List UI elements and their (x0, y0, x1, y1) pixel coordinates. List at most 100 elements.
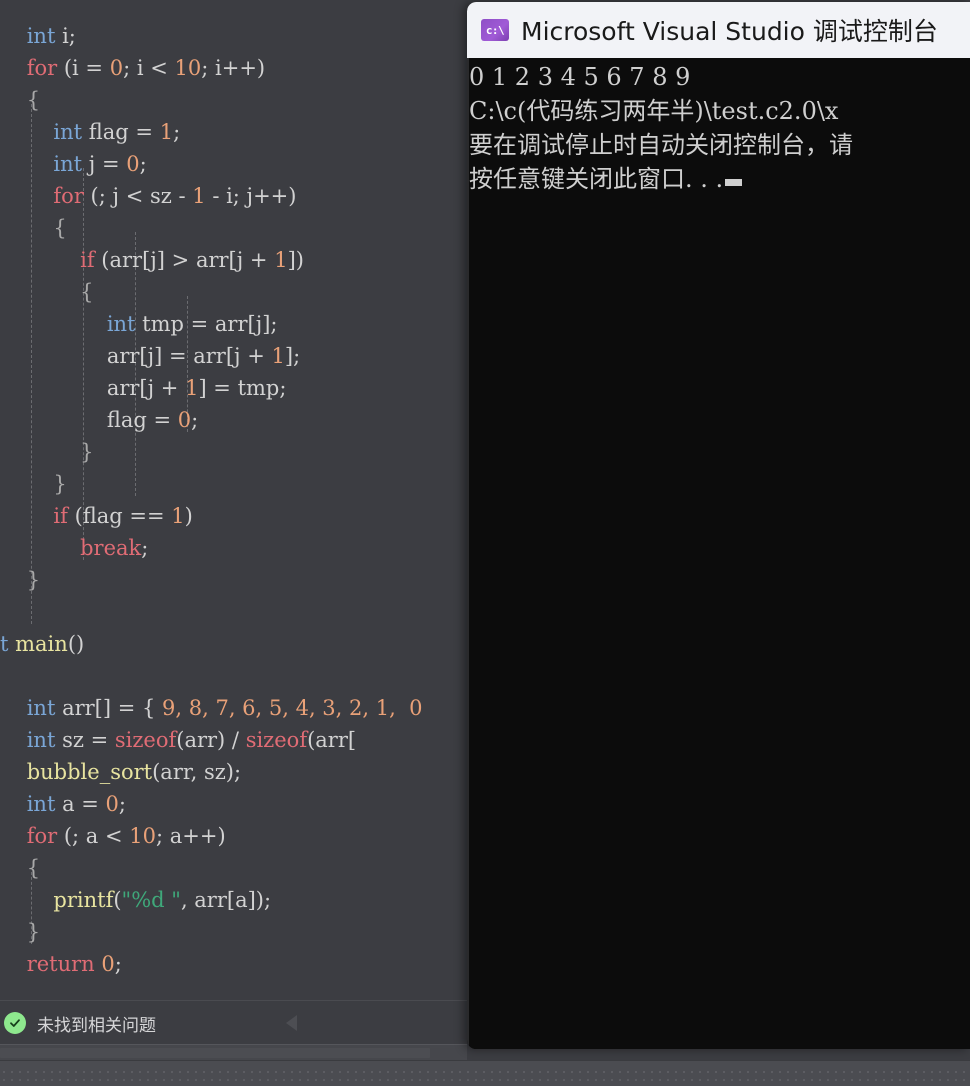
console-line: 要在调试停止时自动关闭控制台，请 (469, 131, 853, 159)
code-token: ]; (284, 344, 301, 368)
code-line[interactable]: if (arr[j] > arr[j + 1]) (0, 244, 467, 276)
code-token: j = (82, 152, 127, 176)
code-line[interactable]: int sz = sizeof(arr) / sizeof(arr[ (0, 724, 467, 756)
code-token: int (26, 24, 56, 48)
code-token: 0 (101, 952, 115, 976)
code-token: } (53, 472, 67, 496)
code-line[interactable]: { (0, 276, 467, 308)
editor-status-bar: 未找到相关问题 (0, 1000, 467, 1045)
console-cmd-icon: c:\ (481, 19, 509, 41)
code-token: for (53, 184, 84, 208)
code-line[interactable]: flag = 0; (0, 404, 467, 436)
source-code[interactable]: int i; for (i = 0; i < 10; i++) { int fl… (0, 20, 467, 980)
code-line[interactable]: int arr[] = { 9, 8, 7, 6, 5, 4, 3, 2, 1,… (0, 692, 467, 724)
code-line[interactable]: printf("%d ", arr[a]); (0, 884, 467, 916)
console-titlebar[interactable]: c:\ Microsoft Visual Studio 调试控制台 (467, 2, 970, 58)
code-line[interactable]: arr[j + 1] = tmp; (0, 372, 467, 404)
console-window[interactable]: c:\ Microsoft Visual Studio 调试控制台 0 1 2 … (467, 2, 970, 1049)
code-line[interactable]: return 0; (0, 948, 467, 980)
code-line[interactable]: if (flag == 1) (0, 500, 467, 532)
code-line[interactable]: for (i = 0; i < 10; i++) (0, 52, 467, 84)
code-line[interactable]: } (0, 436, 467, 468)
code-token: ; (118, 792, 126, 816)
code-token: flag = (106, 408, 178, 432)
code-token: ; (141, 536, 149, 560)
code-token: for (26, 56, 58, 80)
code-line[interactable]: } (0, 564, 467, 596)
code-line[interactable]: { (0, 84, 467, 116)
code-token: ( (113, 888, 122, 912)
code-token: () (67, 632, 85, 656)
code-token: (; a (57, 824, 105, 848)
code-token: i; (55, 24, 76, 48)
code-token: sizeof (245, 728, 308, 752)
code-token: - i; j++) (205, 184, 297, 208)
code-token: printf (53, 888, 114, 912)
code-token: 1 (171, 504, 185, 528)
code-token: arr[j + (189, 248, 275, 272)
code-line[interactable]: for (; a < 10; a++) (0, 820, 467, 852)
code-line[interactable]: } (0, 468, 467, 500)
horizontal-scrollbar-thumb[interactable] (0, 1048, 430, 1058)
code-token: > (171, 248, 190, 272)
triangle-left-icon[interactable] (286, 1015, 297, 1031)
code-line[interactable]: { (0, 212, 467, 244)
code-token: int (26, 696, 56, 720)
code-line[interactable] (0, 596, 467, 628)
code-token: sz - (143, 184, 193, 208)
code-editor-pane[interactable]: int i; for (i = 0; i < 10; i++) { int fl… (0, 0, 467, 1000)
code-token: (; j (83, 184, 126, 208)
code-token: arr[j + (106, 376, 186, 400)
code-token: , arr[a]); (180, 888, 272, 912)
code-line[interactable] (0, 660, 467, 692)
code-line[interactable]: t main() (0, 628, 467, 660)
console-output-area[interactable]: 0 1 2 3 4 5 6 7 8 9 C:\c(代码练习两年半)\test.c2… (467, 58, 970, 1049)
console-icon-glyph: c:\ (485, 23, 505, 37)
code-line[interactable]: int a = 0; (0, 788, 467, 820)
code-token: ; (173, 120, 181, 144)
code-token: (arr) / (176, 728, 246, 752)
code-token: int (106, 312, 136, 336)
code-token: < (150, 56, 168, 80)
code-token: for (26, 824, 58, 848)
code-token: int (53, 152, 83, 176)
code-token: { (53, 216, 67, 240)
code-line[interactable]: int i; (0, 20, 467, 52)
code-token: < (125, 184, 144, 208)
code-token: ; (114, 952, 122, 976)
console-line: 0 1 2 3 4 5 6 7 8 9 (469, 63, 691, 91)
code-line[interactable]: int tmp = arr[j]; (0, 308, 467, 340)
code-line[interactable]: arr[j] = arr[j + 1]; (0, 340, 467, 372)
code-line[interactable]: { (0, 852, 467, 884)
code-token: ; (191, 408, 199, 432)
code-line[interactable]: bubble_sort(arr, sz); (0, 756, 467, 788)
console-line: C:\c(代码练习两年半)\test.c2.0\x (469, 97, 839, 125)
code-line[interactable]: int flag = 1; (0, 116, 467, 148)
code-token: } (26, 920, 41, 944)
strip-divider (0, 1060, 970, 1061)
code-token: 1 (185, 376, 199, 400)
code-line[interactable]: for (; j < sz - 1 - i; j++) (0, 180, 467, 212)
code-line[interactable]: } (0, 916, 467, 948)
code-token: return (26, 952, 95, 976)
code-token: 0 (109, 56, 124, 80)
code-token: "%d " (121, 888, 181, 912)
code-token: (arr, sz); (152, 760, 242, 784)
code-token: 1 (192, 184, 206, 208)
code-line[interactable]: int j = 0; (0, 148, 467, 180)
code-token: ] = tmp; (198, 376, 287, 400)
code-line[interactable]: break; (0, 532, 467, 564)
console-title: Microsoft Visual Studio 调试控制台 (521, 17, 938, 46)
code-token: < (105, 824, 123, 848)
